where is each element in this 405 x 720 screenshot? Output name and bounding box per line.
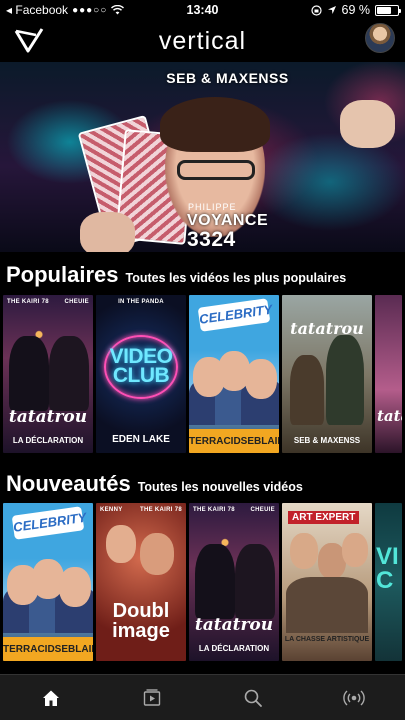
thumbnail-title: VI C <box>376 543 399 594</box>
video-icon <box>143 688 161 706</box>
face-image <box>342 533 368 567</box>
video-thumbnail[interactable]: THE KAIRI 78 CHEUIE tatatrou LA DÉCLARAT… <box>3 295 93 453</box>
section-header-populaires[interactable]: Populaires Toutes les vidéos les plus po… <box>6 262 346 288</box>
cast-name: TERRACID <box>189 435 241 447</box>
thumbnail-credits: THE KAIRI 78 CHEUIE <box>7 299 89 305</box>
home-icon <box>42 690 59 706</box>
thumbnail-title: tatatrou <box>377 407 402 425</box>
thumbnail-subtitle: SEB & MAXENSS <box>293 436 361 445</box>
app-title: vertical <box>158 26 247 55</box>
face-image <box>59 567 91 607</box>
cast-name: LAINK <box>75 643 93 655</box>
tab-live[interactable] <box>304 675 405 720</box>
hand-image <box>80 212 135 252</box>
thumbnail-title: VIDEO CLUB <box>109 345 173 387</box>
person-silhouette <box>326 335 364 425</box>
cast-name: LAINK <box>261 435 279 447</box>
thumbnail-subtitle: LA CHASSE ARTISTIQUE <box>284 636 370 643</box>
cast-name: TERRACID <box>3 643 55 655</box>
video-thumbnail[interactable]: tatatrou <box>375 295 402 453</box>
section-subtitle: Toutes les vidéos les plus populaires <box>125 271 347 285</box>
video-thumbnail[interactable]: VI C <box>375 503 402 661</box>
banner-creators: SEB & MAXENSS <box>166 70 289 86</box>
person-silhouette <box>290 355 324 425</box>
section-title: Populaires <box>6 262 119 287</box>
person-image <box>286 577 368 633</box>
face-image <box>106 525 136 563</box>
glasses-image <box>177 160 255 180</box>
thumbnail-title: tatatrou <box>194 615 274 635</box>
video-thumbnail[interactable]: KENNY THE KAIRI 78 Doubl image <box>96 503 186 661</box>
hand-image <box>340 100 395 148</box>
profile-avatar[interactable] <box>365 23 395 53</box>
credit-left: IN THE PANDA <box>118 299 164 305</box>
video-row-populaires: THE KAIRI 78 CHEUIE tatatrou LA DÉCLARAT… <box>3 295 402 453</box>
thumbnail-cast-bar: TERRACID SEB LAINK <box>189 429 279 453</box>
thumbnail-title: tatatrou <box>290 319 364 338</box>
banner-subtitle: PHILIPPE <box>188 202 237 212</box>
thumbnail-subtitle: LA DÉCLARATION <box>198 644 270 653</box>
thumbnail-subtitle: EDEN LAKE <box>112 434 170 445</box>
signal-strength: ●●●○○ <box>72 4 108 16</box>
section-title: Nouveautés <box>6 471 131 496</box>
video-thumbnail[interactable]: CELEBRITY TERRACID SEB LAINK <box>3 503 93 661</box>
person-silhouette <box>195 544 235 619</box>
thumbnail-title: Doubl image <box>112 600 170 642</box>
thumbnail-subtitle: LA DÉCLARATION <box>12 436 84 445</box>
credit-left: THE KAIRI 78 <box>193 507 235 513</box>
cast-name: SEB <box>240 435 262 447</box>
tab-search[interactable] <box>203 675 304 720</box>
section-subtitle: Toutes les nouvelles vidéos <box>137 480 303 494</box>
battery-fill <box>377 6 391 14</box>
video-thumbnail[interactable]: tatatrou SEB & MAXENSS <box>282 295 372 453</box>
status-bar: ◂ Facebook ●●●○○ 13:40 69 % <box>0 0 405 20</box>
credit-left: KENNY <box>100 507 123 513</box>
credit-right: CHEUIE <box>64 299 89 305</box>
location-icon <box>327 6 336 14</box>
video-thumbnail[interactable]: IN THE PANDA VIDEO CLUB EDEN LAKE <box>96 295 186 453</box>
credit-left: THE KAIRI 78 <box>7 299 49 305</box>
person-silhouette <box>9 336 49 411</box>
search-icon <box>244 689 263 707</box>
thumbnail-badge: CELEBRITY <box>11 506 87 540</box>
vertical-logo-icon[interactable] <box>14 27 44 55</box>
banner-number: 3324 <box>187 228 236 251</box>
face-image <box>245 359 277 399</box>
video-thumbnail[interactable]: THE KAIRI 78 CHEUIE tatatrou LA DÉCLARAT… <box>189 503 279 661</box>
thumbnail-badge: ART EXPERT <box>288 511 360 524</box>
tab-videos[interactable] <box>101 675 202 720</box>
video-row-nouveautes: CELEBRITY TERRACID SEB LAINK KENNY THE K… <box>3 503 402 661</box>
video-thumbnail[interactable]: ART EXPERT LA CHASSE ARTISTIQUE <box>282 503 372 661</box>
thumbnail-credits: THE KAIRI 78 CHEUIE <box>193 507 275 513</box>
battery-percent: 69 % <box>341 3 371 17</box>
host-hair-image <box>160 97 270 152</box>
thumbnail-credits: KENNY THE KAIRI 78 <box>100 507 182 513</box>
app-header: vertical <box>0 20 405 62</box>
credit-right: CHEUIE <box>250 507 275 513</box>
cast-name: SEB <box>54 643 76 655</box>
thumbnail-badge: CELEBRITY <box>197 298 273 332</box>
wifi-icon <box>111 5 125 15</box>
rotation-lock-icon <box>310 4 322 16</box>
person-silhouette <box>235 544 275 619</box>
face-image <box>290 533 318 569</box>
tab-home[interactable] <box>0 675 101 720</box>
back-to-app-label[interactable]: ◂ Facebook <box>6 3 68 17</box>
face-image <box>140 533 174 575</box>
tab-bar <box>0 674 405 720</box>
live-icon <box>343 689 366 706</box>
thumbnail-credits: IN THE PANDA <box>100 299 182 305</box>
battery-icon <box>375 4 401 16</box>
thumbnail-cast-bar: TERRACID SEB LAINK <box>3 637 93 661</box>
person-silhouette <box>49 336 89 411</box>
video-thumbnail[interactable]: CELEBRITY TERRACID SEB LAINK <box>189 295 279 453</box>
thumbnail-title: tatatrou <box>8 407 88 427</box>
section-header-nouveautes[interactable]: Nouveautés Toutes les nouvelles vidéos <box>6 471 303 497</box>
featured-banner[interactable]: SEB & MAXENSS PHILIPPE VOYANCE 3324 <box>0 62 405 252</box>
credit-right: THE KAIRI 78 <box>140 507 182 513</box>
